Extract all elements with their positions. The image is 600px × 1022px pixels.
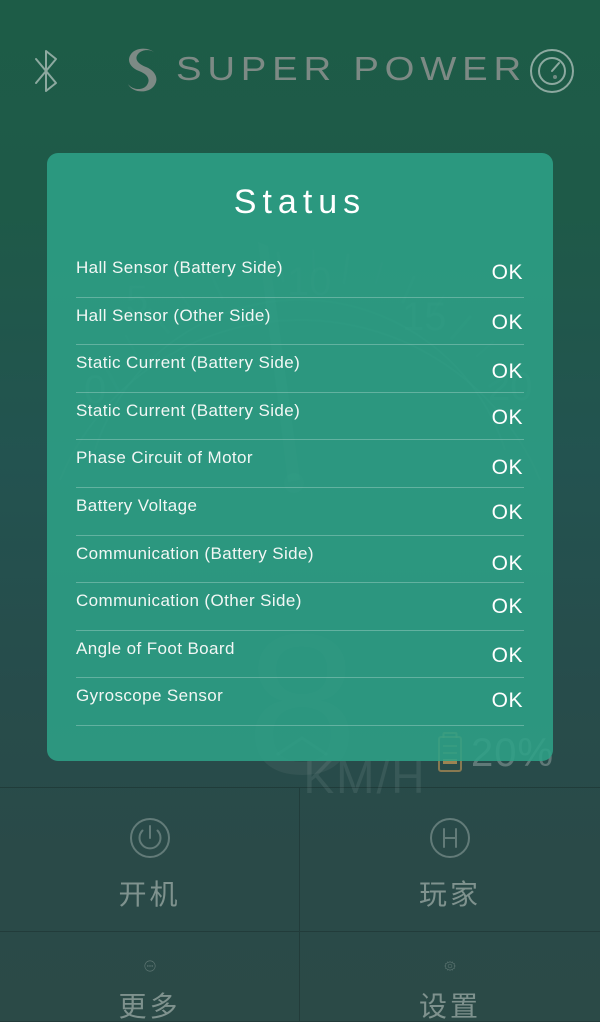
status-row: Static Current (Battery Side) OK bbox=[76, 345, 524, 393]
more-dots-icon bbox=[144, 960, 155, 972]
status-row: Gyroscope Sensor OK bbox=[76, 678, 524, 726]
brand-name: SUPER POWER bbox=[175, 50, 527, 87]
status-row-label: Gyroscope Sensor bbox=[76, 686, 224, 706]
status-row-label: Static Current (Battery Side) bbox=[76, 400, 301, 420]
bottom-grid: 开机 玩家 更多 设置 bbox=[0, 788, 600, 1022]
power-icon bbox=[129, 818, 170, 858]
speedometer-icon[interactable] bbox=[529, 48, 575, 94]
status-row-value: OK bbox=[491, 643, 523, 667]
status-panel-title: Status bbox=[233, 183, 367, 221]
status-list: Hall Sensor (Battery Side) OK Hall Senso… bbox=[47, 250, 553, 726]
status-row-value: OK bbox=[491, 551, 523, 575]
status-row-value: OK bbox=[491, 310, 523, 334]
tile-label: 开机 bbox=[118, 879, 181, 910]
status-row: Hall Sensor (Battery Side) OK bbox=[76, 250, 524, 298]
status-row-value: OK bbox=[491, 261, 523, 284]
gear-icon bbox=[444, 961, 456, 971]
status-row: Battery Voltage OK bbox=[76, 488, 524, 536]
status-row-label: Phase Circuit of Motor bbox=[76, 448, 253, 468]
top-bar: SUPER POWER bbox=[0, 0, 600, 140]
status-row-value: OK bbox=[491, 405, 523, 429]
status-row-value: OK bbox=[491, 689, 523, 713]
status-row: Communication (Battery Side) OK bbox=[76, 536, 524, 584]
status-panel: Status Hall Sensor (Battery Side) OK Hal… bbox=[47, 153, 553, 761]
tile-label: 玩家 bbox=[418, 879, 481, 910]
tile-label: 设置 bbox=[418, 991, 481, 1022]
super-power-s-logo bbox=[127, 48, 157, 92]
status-row: Angle of Foot Board OK bbox=[76, 631, 524, 679]
tile-label: 更多 bbox=[118, 991, 181, 1022]
status-row-label: Communication (Other Side) bbox=[76, 591, 302, 611]
tile-settings[interactable]: 设置 bbox=[300, 932, 600, 1022]
brand-logo: SUPER POWER bbox=[0, 46, 600, 92]
status-row-label: Hall Sensor (Other Side) bbox=[76, 305, 271, 325]
status-row-label: Battery Voltage bbox=[76, 495, 198, 515]
status-row-label: Static Current (Battery Side) bbox=[76, 353, 301, 373]
tile-player[interactable]: 玩家 bbox=[300, 788, 600, 932]
status-row-value: OK bbox=[491, 500, 523, 524]
status-row: Communication (Other Side) OK bbox=[76, 583, 524, 631]
status-row-label: Angle of Foot Board bbox=[76, 638, 235, 658]
helmet-h-icon bbox=[430, 818, 470, 858]
tile-more[interactable]: 更多 bbox=[0, 932, 300, 1022]
status-row: Static Current (Battery Side) OK bbox=[76, 393, 524, 441]
status-row-label: Communication (Battery Side) bbox=[76, 543, 314, 563]
status-row-value: OK bbox=[491, 360, 523, 384]
tile-power-on[interactable]: 开机 bbox=[0, 788, 300, 932]
status-row: Phase Circuit of Motor OK bbox=[76, 440, 524, 488]
status-row-value: OK bbox=[491, 456, 523, 480]
app-root: 0 5 10 15 20 8 KM/H 20% SUPER POWER bbox=[0, 0, 600, 1022]
status-row-value: OK bbox=[491, 595, 523, 619]
status-row-label: Hall Sensor (Battery Side) bbox=[76, 258, 283, 277]
status-row: Hall Sensor (Other Side) OK bbox=[76, 298, 524, 346]
